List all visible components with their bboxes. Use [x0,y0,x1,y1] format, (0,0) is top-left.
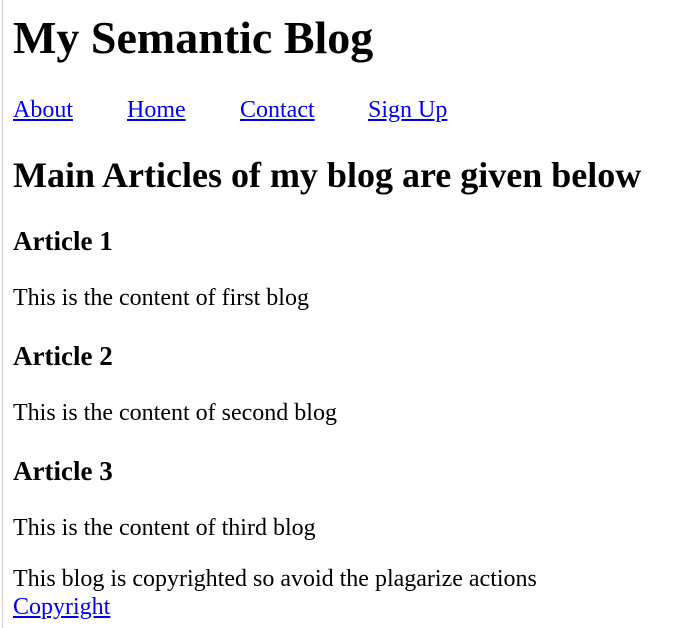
article-body: This is the content of third blog [13,515,316,541]
article-body: This is the content of second blog [13,400,337,426]
nav-link-sign-up[interactable]: Sign Up [368,96,447,124]
article-title: Article 1 [13,226,113,256]
nav-link-about[interactable]: About [13,96,73,124]
section-heading: Main Articles of my blog are given below [13,155,642,195]
copyright-link[interactable]: Copyright [13,593,110,621]
article-body: This is the content of first blog [13,285,309,311]
page-left-border [2,0,3,628]
article-title: Article 3 [13,456,113,486]
site-footer: This blog is copyrighted so avoid the pl… [13,565,537,621]
nav-link-contact[interactable]: Contact [240,96,315,124]
nav-link-home[interactable]: Home [127,96,186,124]
site-title: My Semantic Blog [13,12,374,63]
article-title: Article 2 [13,341,113,371]
copyright-notice: This blog is copyrighted so avoid the pl… [13,566,537,592]
